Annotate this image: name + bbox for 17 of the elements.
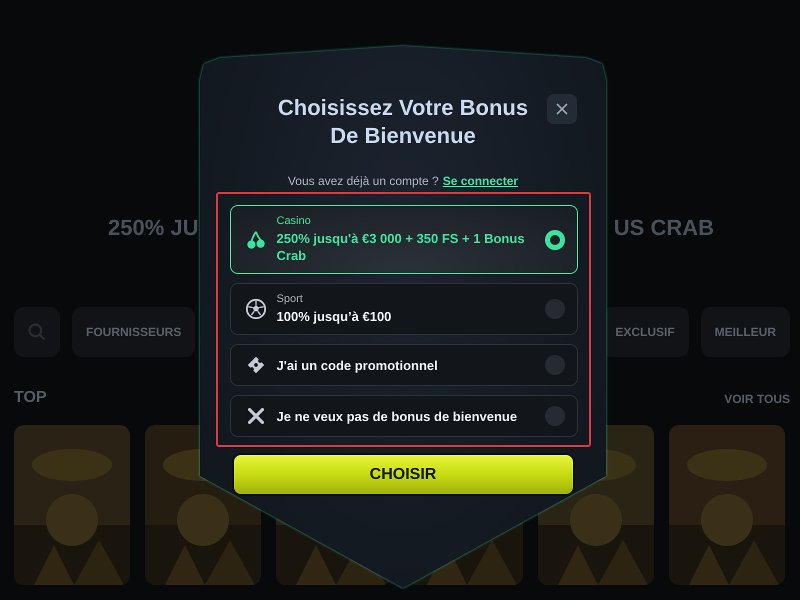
bonus-option[interactable]: Sport 100% jusqu’à €100 <box>230 283 578 335</box>
dialog-title: Choisissez Votre Bonus De Bienvenue <box>276 94 530 150</box>
option-label: 250% jusqu'à €3 000 + 350 FS + 1 Bonus Crab <box>276 230 526 264</box>
bonus-option[interactable]: Je ne veux pas de bonus de bienvenue <box>230 395 578 437</box>
bonus-option[interactable]: Casino 250% jusqu'à €3 000 + 350 FS + 1 Bonus Crab <box>230 205 578 274</box>
section-title: TOP <box>14 389 47 407</box>
option-label: Je ne veux pas de bonus de bienvenue <box>276 408 518 424</box>
account-prompt: Vous avez déjà un compte ? <box>288 174 439 188</box>
choose-button[interactable]: CHOISIR <box>232 453 574 496</box>
login-link[interactable]: Se connecter <box>442 174 518 188</box>
promo-headline: US CRAB <box>614 215 714 241</box>
option-label: 100% jusqu’à €100 <box>276 308 392 325</box>
promo-headline: 250% JU <box>108 215 199 241</box>
bonus-option[interactable]: J'ai un code promotionnel <box>230 344 578 386</box>
option-label: J'ai un code promotionnel <box>276 356 439 374</box>
option-category: Casino <box>276 215 312 227</box>
option-category: Sport <box>276 293 304 305</box>
